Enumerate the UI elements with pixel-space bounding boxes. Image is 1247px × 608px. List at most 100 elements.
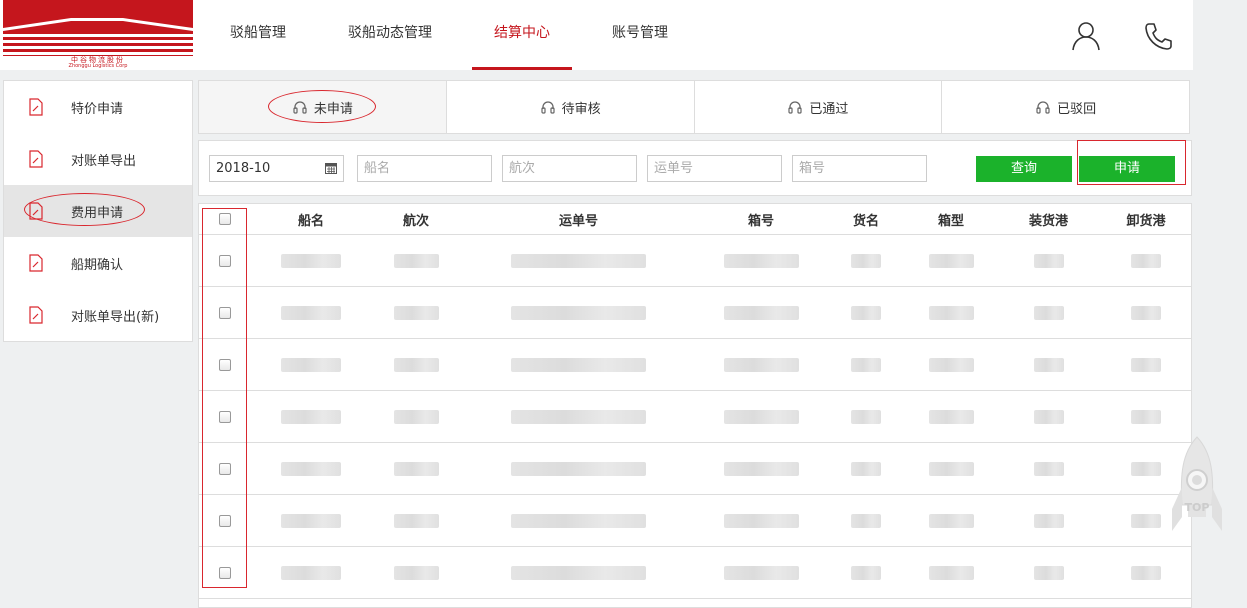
redacted-value <box>1033 513 1064 528</box>
redacted-value <box>1131 513 1161 528</box>
table-row <box>199 287 1191 339</box>
sidebar: 特价申请 对账单导出 费用申请 船期确认 对账单导出(新) <box>3 80 193 342</box>
table-cell <box>1101 565 1191 580</box>
document-edit-icon <box>29 254 43 272</box>
main-nav: 驳船管理 驳船动态管理 结算中心 账号管理 <box>208 0 708 70</box>
nav-item-barge-dynamics[interactable]: 驳船动态管理 <box>326 0 454 70</box>
headset-icon <box>293 101 307 114</box>
tab-not-applied[interactable]: 未申请 <box>199 81 447 133</box>
redacted-value <box>1033 565 1064 580</box>
redacted-value <box>723 461 799 476</box>
company-logo[interactable]: 中谷物流股份 Zhonggu Logistics Corp <box>3 0 193 70</box>
table-cell <box>251 461 371 476</box>
redacted-value <box>1131 409 1161 424</box>
query-button[interactable]: 查询 <box>976 156 1072 182</box>
sidebar-item-label: 费用申请 <box>71 205 124 221</box>
redacted-value <box>511 409 646 424</box>
redacted-value <box>281 409 341 424</box>
nav-item-settlement-center[interactable]: 结算中心 <box>472 0 572 70</box>
calendar-icon[interactable] <box>325 162 337 174</box>
col-container-type: 箱型 <box>937 213 964 229</box>
tab-rejected[interactable]: 已驳回 <box>942 81 1189 133</box>
status-tabs: 未申请 待审核 已通过 已驳回 <box>198 80 1190 134</box>
redacted-value <box>723 305 799 320</box>
sidebar-item-fee-application[interactable]: 费用申请 <box>4 185 192 237</box>
table-cell <box>251 409 371 424</box>
table-cell <box>696 409 826 424</box>
select-all-checkbox[interactable] <box>219 213 231 225</box>
table-cell <box>696 305 826 320</box>
ship-name-input[interactable] <box>357 155 492 182</box>
apply-button[interactable]: 申请 <box>1079 156 1175 182</box>
col-loading-port: 装货港 <box>1028 213 1068 229</box>
container-no-input[interactable] <box>792 155 927 182</box>
rocket-icon <box>1172 436 1222 531</box>
redacted-value <box>928 357 974 372</box>
sidebar-item-special-price[interactable]: 特价申请 <box>4 81 192 133</box>
redacted-value <box>511 253 646 268</box>
nav-item-barge-management[interactable]: 驳船管理 <box>208 0 308 70</box>
tab-label: 未申请 <box>313 101 353 117</box>
row-checkbox[interactable] <box>219 514 231 527</box>
table-body <box>199 235 1191 599</box>
month-picker[interactable] <box>209 155 344 182</box>
table-cell <box>826 461 906 476</box>
month-input[interactable] <box>210 156 320 181</box>
waybill-input[interactable] <box>647 155 782 182</box>
col-voyage: 航次 <box>402 213 429 229</box>
redacted-value <box>851 513 881 528</box>
table-cell <box>461 513 696 528</box>
table-cell <box>996 305 1101 320</box>
table-cell <box>1101 357 1191 372</box>
nav-item-account-management[interactable]: 账号管理 <box>590 0 690 70</box>
redacted-value <box>851 461 881 476</box>
table-row <box>199 391 1191 443</box>
tab-label: 已驳回 <box>1057 101 1097 117</box>
tab-pending-review[interactable]: 待审核 <box>447 81 695 133</box>
redacted-value <box>511 357 646 372</box>
sidebar-item-schedule-confirm[interactable]: 船期确认 <box>4 237 192 289</box>
table-row <box>199 339 1191 391</box>
redacted-value <box>1033 409 1064 424</box>
table-cell <box>1101 409 1191 424</box>
redacted-value <box>851 253 881 268</box>
redacted-value <box>1131 461 1161 476</box>
tab-approved[interactable]: 已通过 <box>695 81 943 133</box>
sidebar-item-label: 特价申请 <box>71 101 124 117</box>
row-checkbox[interactable] <box>219 566 231 579</box>
document-edit-icon <box>29 150 43 168</box>
table-cell <box>1101 253 1191 268</box>
back-to-top-label: TOP <box>1184 501 1210 514</box>
redacted-value <box>393 357 439 372</box>
back-to-top-button[interactable]: TOP <box>1168 435 1226 535</box>
phone-icon[interactable] <box>1142 20 1174 52</box>
sidebar-item-statement-export[interactable]: 对账单导出 <box>4 133 192 185</box>
row-checkbox[interactable] <box>219 462 231 475</box>
voyage-input[interactable] <box>502 155 637 182</box>
table-cell <box>696 513 826 528</box>
row-checkbox[interactable] <box>219 410 231 423</box>
redacted-value <box>928 513 974 528</box>
table-cell <box>371 461 461 476</box>
redacted-value <box>851 305 881 320</box>
redacted-value <box>281 305 341 320</box>
table-cell <box>826 565 906 580</box>
sidebar-item-statement-export-new[interactable]: 对账单导出(新) <box>4 289 192 341</box>
tab-label: 待审核 <box>561 101 601 117</box>
table-cell <box>461 253 696 268</box>
table-cell <box>461 305 696 320</box>
redacted-value <box>1033 305 1064 320</box>
sidebar-item-label: 对账单导出 <box>71 153 137 169</box>
redacted-value <box>1131 565 1161 580</box>
table-cell <box>696 357 826 372</box>
row-checkbox[interactable] <box>219 254 231 267</box>
user-icon[interactable] <box>1070 20 1102 52</box>
table-cell <box>996 357 1101 372</box>
table-cell <box>826 253 906 268</box>
row-checkbox[interactable] <box>219 306 231 319</box>
table-cell <box>906 253 996 268</box>
row-checkbox[interactable] <box>219 358 231 371</box>
redacted-value <box>393 513 439 528</box>
redacted-value <box>511 513 646 528</box>
table-cell <box>906 305 996 320</box>
